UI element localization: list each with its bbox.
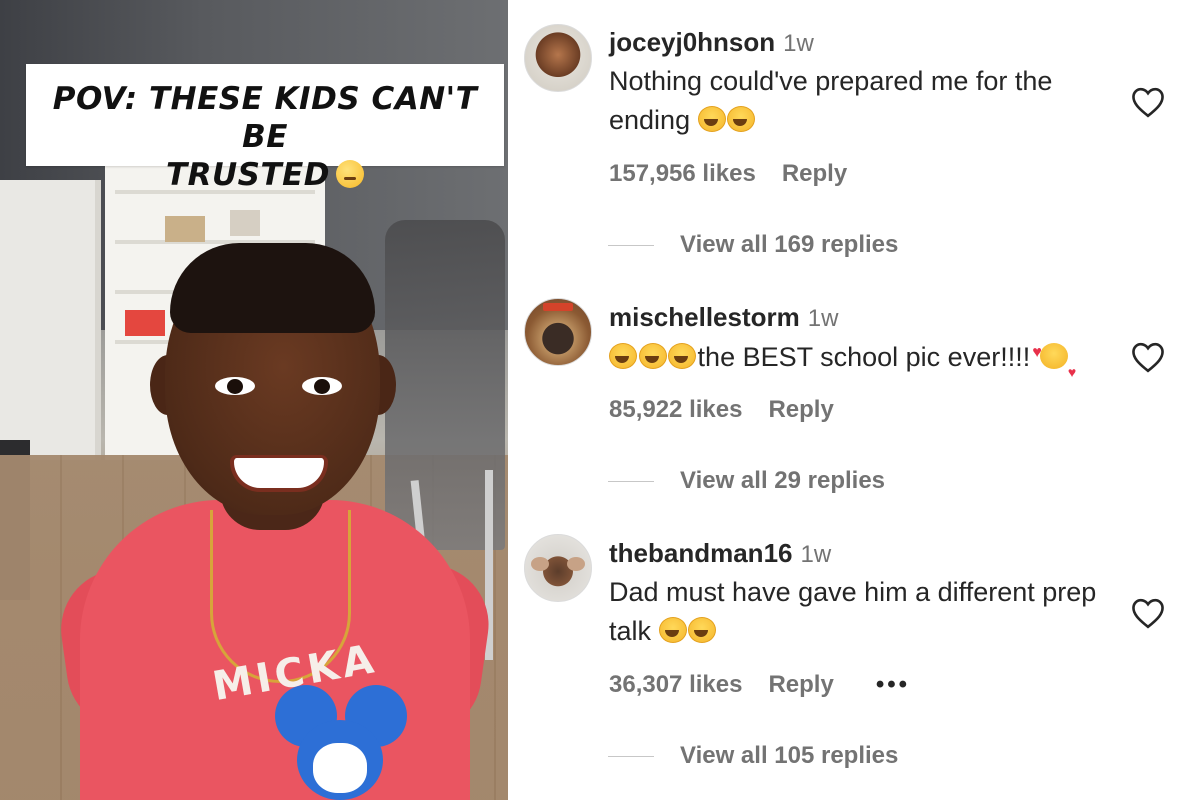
reply-button[interactable]: Reply	[768, 671, 833, 698]
like-heart-icon[interactable]	[1130, 86, 1166, 118]
comment-text: Dad must have gave him a different prep …	[609, 577, 1097, 646]
timestamp: 1w	[783, 30, 814, 57]
like-count: 36,307 likes	[609, 671, 743, 698]
username[interactable]: mischellestorm	[609, 302, 800, 332]
laughing-tears-icon	[658, 617, 687, 643]
avatar[interactable]	[524, 24, 592, 92]
like-heart-icon[interactable]	[1130, 341, 1166, 373]
like-count: 157,956 likes	[609, 160, 756, 187]
timestamp: 1w	[800, 541, 832, 568]
caption-line2: TRUSTED	[165, 157, 331, 193]
laughing-tears-icon	[697, 106, 726, 132]
laughing-tears-icon	[688, 617, 717, 643]
avatar[interactable]	[524, 298, 592, 366]
view-replies-button[interactable]: View all 169 replies	[608, 231, 898, 259]
smile	[230, 455, 328, 492]
like-count: 85,922 likes	[609, 396, 743, 423]
more-options-icon[interactable]: •••	[876, 671, 910, 698]
view-replies-button[interactable]: View all 29 replies	[608, 467, 885, 495]
mickey-graphic	[275, 685, 407, 800]
reply-button[interactable]: Reply	[768, 396, 833, 423]
view-replies-button[interactable]: View all 105 replies	[608, 742, 898, 770]
laughing-tears-icon	[609, 343, 637, 369]
username[interactable]: thebandman16	[609, 538, 793, 568]
reply-button[interactable]: Reply	[782, 160, 847, 187]
timestamp: 1w	[807, 305, 839, 332]
comment-text: Nothing could've prepared me for the end…	[609, 66, 1053, 135]
laughing-tears-icon	[638, 343, 667, 369]
username[interactable]: joceyj0hnson	[609, 27, 775, 57]
laughing-tears-icon	[727, 106, 756, 132]
caption-line1: POV: THESE KIDS CAN'T BE	[52, 81, 478, 155]
video-thumbnail[interactable]: MICKA POV: THESE KIDS CAN'T BE TRUSTED	[0, 0, 508, 800]
child-figure: MICKA	[53, 243, 497, 800]
comments-panel: joceyj0hnson 1w Nothing could've prepared…	[508, 0, 1200, 800]
avatar[interactable]	[524, 534, 592, 602]
unamused-face-icon	[336, 160, 365, 188]
comment-text: the BEST school pic ever!!!!	[609, 333, 1129, 392]
pov-caption: POV: THESE KIDS CAN'T BE TRUSTED	[26, 64, 504, 193]
like-heart-icon[interactable]	[1130, 597, 1166, 629]
laughing-tears-icon	[668, 343, 697, 369]
smiling-face-with-hearts-icon	[1032, 333, 1076, 392]
